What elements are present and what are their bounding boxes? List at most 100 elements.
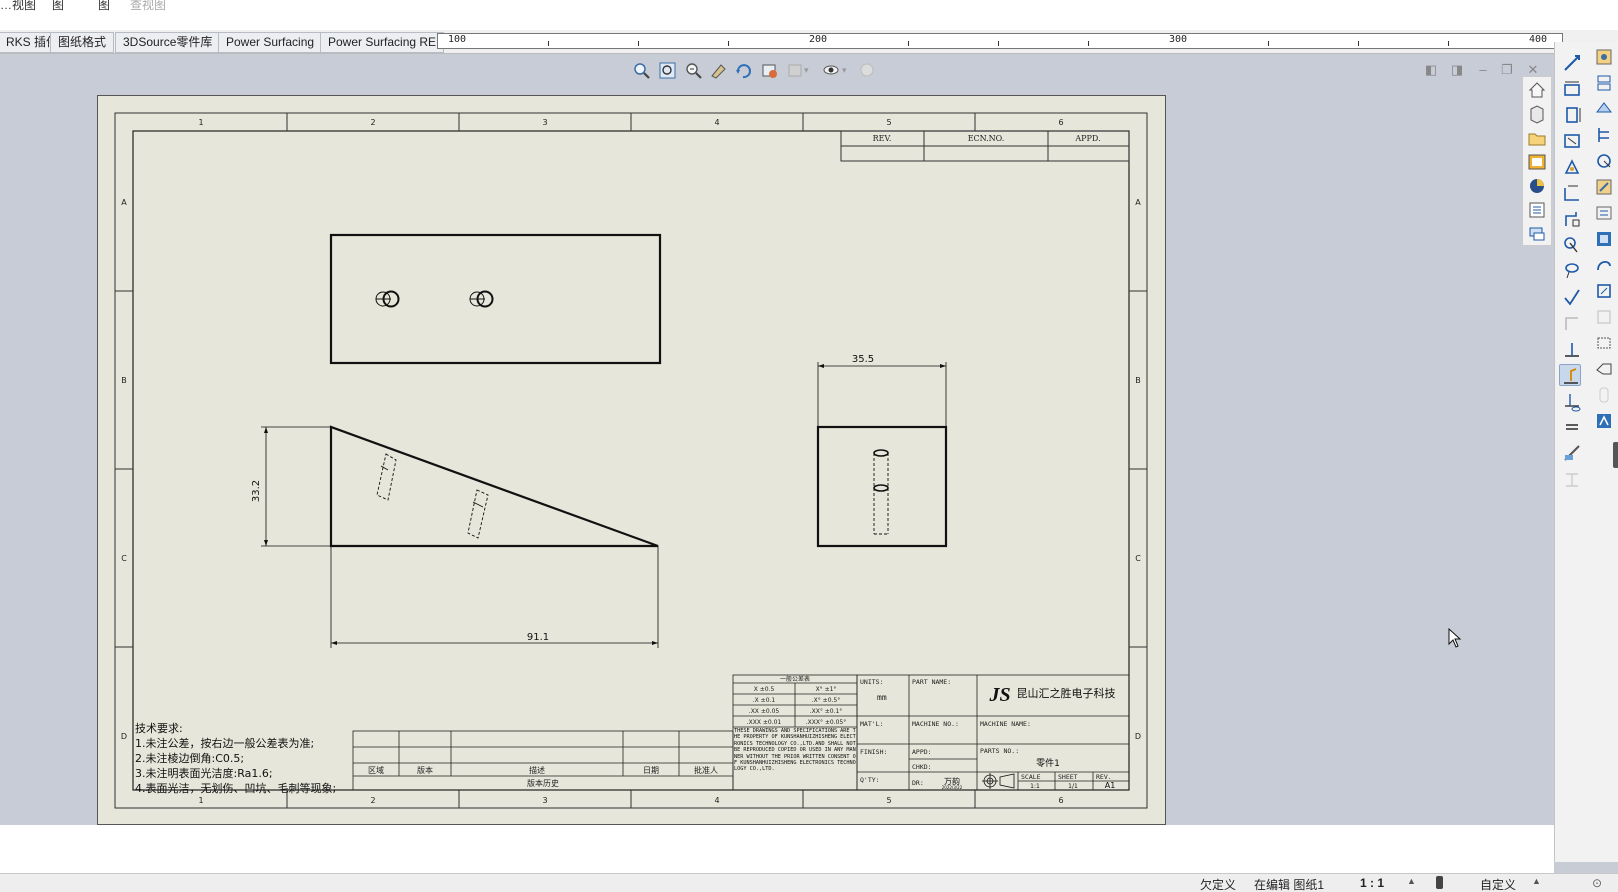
inner-border — [132, 130, 1130, 791]
dimension-height[interactable]: 33.2 — [251, 480, 262, 502]
display-style-icon[interactable] — [786, 61, 805, 80]
units-status[interactable]: 自定义 — [1480, 876, 1516, 892]
help-icon[interactable]: ⊙ — [1592, 876, 1602, 890]
chamfer-dimension-icon[interactable] — [1561, 182, 1583, 204]
zoom-to-area-icon[interactable] — [658, 61, 677, 80]
design-library-icon[interactable] — [1526, 103, 1548, 125]
zone-col-4: 4 — [714, 118, 719, 127]
tab-sheet-format[interactable]: 图纸格式 — [50, 32, 115, 53]
close-icon[interactable]: ✕ — [1526, 63, 1540, 77]
previous-icon[interactable]: ◧ — [1424, 63, 1438, 77]
zone-col-4-bottom: 4 — [714, 796, 719, 805]
zone-row-d: D — [121, 732, 127, 741]
ecn-header: ECN.NO. — [968, 134, 1005, 143]
custom-properties-icon[interactable] — [1526, 199, 1548, 221]
hide-show-icon[interactable] — [822, 61, 841, 80]
menu-item-2[interactable]: 图 — [52, 0, 64, 13]
datum-target-icon[interactable] — [1561, 390, 1583, 412]
dimension-width[interactable]: 35.5 — [852, 354, 874, 365]
parts-no-label: PARTS NO.: — [980, 747, 1019, 755]
zoom-in-out-icon[interactable] — [684, 61, 703, 80]
zone-col-6: 6 — [1058, 118, 1063, 127]
tol-angular-1: .X° ±0.5° — [812, 697, 841, 704]
restore-icon[interactable]: ❐ — [1500, 63, 1514, 77]
geometric-tolerance-icon[interactable] — [1559, 364, 1581, 386]
rotate-icon[interactable] — [734, 61, 753, 80]
ruler-tick — [908, 41, 909, 46]
table-icon[interactable] — [1593, 228, 1615, 250]
revision-cloud-icon[interactable] — [1593, 202, 1615, 224]
datum-feature-icon[interactable] — [1561, 338, 1583, 360]
parts-no-value: 零件1 — [1036, 757, 1060, 769]
align-icon[interactable] — [1593, 124, 1615, 146]
scale-status[interactable]: 1 : 1 — [1360, 876, 1384, 890]
layer-icon[interactable] — [1593, 306, 1615, 328]
weld-symbol-icon[interactable] — [1561, 312, 1583, 334]
forum-icon[interactable] — [1526, 223, 1548, 245]
logo-mark: JS — [988, 684, 1010, 706]
toolbar-scrollbar[interactable] — [1613, 442, 1618, 468]
surface-finish-icon[interactable] — [1561, 286, 1583, 308]
zone-col-6-bottom: 6 — [1058, 796, 1063, 805]
view-orientation-icon[interactable] — [760, 61, 779, 80]
sketch-rect-icon[interactable] — [1593, 332, 1615, 354]
format-painter-icon[interactable] — [1593, 98, 1615, 120]
annotation-view-icon[interactable] — [1593, 410, 1615, 432]
machine-name-label: MACHINE NAME: — [980, 720, 1031, 728]
tab-power-surfacing-re[interactable]: Power Surfacing RE — [320, 32, 445, 53]
rev-col-area: 区域 — [368, 765, 384, 775]
ruler-label-200: 200 — [809, 34, 828, 45]
scale-arrow-icon[interactable]: ▲ — [1407, 876, 1416, 886]
model-items-icon[interactable] — [1593, 46, 1615, 68]
next-icon[interactable]: ◨ — [1450, 63, 1464, 77]
drawing-sheet[interactable]: 1 2 3 4 5 6 1 2 3 4 5 6 A B C D A B C D — [97, 95, 1166, 825]
units-arrow-icon[interactable]: ▲ — [1532, 876, 1541, 886]
view-palette-icon[interactable] — [1526, 151, 1548, 173]
tab-power-surfacing[interactable]: Power Surfacing — [218, 32, 323, 53]
tech-req-line-4: 4.表面光洁，无划伤、凹坑、毛刺等现象; — [135, 781, 336, 795]
auto-balloon-icon[interactable] — [1561, 260, 1583, 282]
baseline-dimension-icon[interactable] — [1561, 130, 1583, 152]
tab-3dsource[interactable]: 3DSource零件库 — [115, 32, 221, 53]
dr-label: DR: — [912, 779, 924, 787]
dimension-palette-icon[interactable] — [1593, 254, 1615, 276]
rebuild-icon[interactable] — [1436, 876, 1443, 889]
insert-block-icon[interactable] — [1593, 358, 1615, 380]
ruler-label-100: 100 — [448, 34, 467, 45]
minimize-icon[interactable]: – — [1476, 63, 1490, 77]
drafted-date: 2022/3/22 — [942, 785, 963, 790]
pan-icon[interactable] — [709, 61, 728, 80]
front-view[interactable]: 33.2 91.1 — [251, 425, 659, 648]
magnetic-line-icon[interactable] — [1593, 150, 1615, 172]
grayed-tool-icon[interactable] — [1593, 384, 1615, 406]
smart-dimension-icon[interactable] — [1561, 52, 1583, 74]
file-explorer-icon[interactable] — [1526, 127, 1548, 149]
home-icon[interactable] — [1526, 79, 1548, 101]
side-view[interactable]: 35.5 — [816, 354, 948, 548]
vertical-dimension-icon[interactable] — [1561, 104, 1583, 126]
zoom-to-fit-icon[interactable] — [632, 61, 651, 80]
dropdown-arrow-icon[interactable]: ▾ — [804, 61, 812, 80]
balloon-icon[interactable] — [1561, 234, 1583, 256]
hatch-fill-icon[interactable] — [1561, 442, 1583, 464]
top-view[interactable] — [329, 233, 662, 365]
block-icon[interactable] — [1561, 468, 1583, 490]
tol-linear-0: X ±0.5 — [754, 686, 775, 693]
centerline-icon[interactable] — [1561, 416, 1583, 438]
appearance-icon[interactable] — [858, 61, 877, 80]
appearances-icon[interactable] — [1526, 175, 1548, 197]
menu-item-view[interactable]: …视图 — [0, 0, 36, 13]
note-icon[interactable] — [1561, 208, 1583, 230]
dropdown-arrow-icon[interactable]: ▾ — [842, 61, 850, 80]
horizontal-dimension-icon[interactable] — [1561, 78, 1583, 100]
property-notice-text: THESE DRAWINGS AND SPECIFICATIONS ARE TH… — [734, 728, 856, 773]
ruler-tick — [1268, 41, 1269, 46]
menu-item-3[interactable]: 图 — [98, 0, 110, 13]
menu-item-4[interactable]: 查视图 — [130, 0, 166, 13]
dimension-length[interactable]: 91.1 — [527, 632, 549, 643]
ordinate-dimension-icon[interactable] — [1561, 156, 1583, 178]
spell-checker-icon[interactable] — [1593, 72, 1615, 94]
hole-callout-icon[interactable] — [1593, 176, 1615, 198]
command-manager-tabs: RKS 插件 图纸格式 3DSource零件库 Power Surfacing … — [0, 30, 1618, 54]
stamp-icon[interactable] — [1593, 280, 1615, 302]
